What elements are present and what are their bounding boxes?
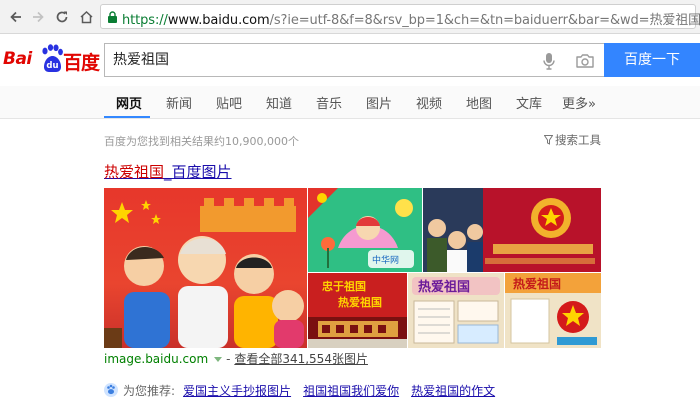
thumbnail-military-parade[interactable] [423, 188, 601, 272]
search-tools-button[interactable]: 搜索工具 [544, 132, 601, 148]
address-bar[interactable]: https://www.baidu.com/s?ie=utf-8&f=8&rsv… [100, 4, 700, 29]
image-result-grid: 中华网 忠于祖国 热爱祖国 热爱祖国 热爱祖国 [104, 188, 601, 348]
thumbnail-poster-b[interactable]: 热爱祖国 [505, 273, 601, 348]
tab-more[interactable]: 更多» [562, 93, 596, 112]
result-title-highlight: 热爱祖国 [104, 163, 165, 181]
tab-images[interactable]: 图片 [366, 93, 392, 112]
reload-icon[interactable] [52, 6, 72, 28]
thumbnail-poster-title: 热爱祖国 [418, 279, 470, 295]
lock-icon [108, 11, 117, 23]
tab-wenku[interactable]: 文库 [516, 93, 542, 112]
thumbnail-caption: 中华网 [372, 254, 399, 266]
tab-map[interactable]: 地图 [466, 93, 492, 112]
recommend-link-2[interactable]: 祖国祖国我们爱你 [303, 384, 399, 398]
url-scheme: https:// [122, 13, 168, 28]
thumbnail-poster-a[interactable]: 热爱祖国 [408, 273, 504, 348]
camera-icon[interactable] [575, 53, 595, 69]
forward-arrow-icon[interactable] [28, 6, 48, 28]
search-box[interactable] [104, 43, 604, 77]
tab-video[interactable]: 视频 [416, 93, 442, 112]
microphone-icon[interactable] [542, 52, 556, 70]
thumbnail-text-line2: 热爱祖国 [338, 295, 382, 309]
url-text: https://www.baidu.com/s?ie=utf-8&f=8&rsv… [122, 9, 700, 28]
paw-badge-icon [104, 383, 118, 397]
result-source-line: image.baidu.com - 查看全部341,554张图片 [104, 350, 368, 367]
back-arrow-icon[interactable] [6, 6, 26, 28]
tab-web[interactable]: 网页 [116, 93, 142, 112]
result-count: 百度为您找到相关结果约10,900,000个 [104, 135, 299, 148]
view-all-images-link[interactable]: 查看全部341,554张图片 [234, 352, 368, 366]
search-input[interactable] [113, 51, 513, 67]
paw-logo-icon: du [42, 44, 63, 72]
tab-news[interactable]: 新闻 [166, 93, 192, 112]
dropdown-arrow-icon[interactable] [214, 357, 223, 362]
recommend-label: 为您推荐: [123, 384, 176, 398]
funnel-icon [544, 135, 553, 145]
active-tab-indicator [104, 116, 150, 118]
logo-paw-text: du [46, 61, 58, 71]
url-host: www.baidu.com [167, 13, 270, 28]
tab-tieba[interactable]: 贴吧 [216, 93, 242, 112]
baidu-logo[interactable]: Bai du 百度 [3, 44, 100, 74]
result-site-url[interactable]: image.baidu.com [104, 352, 208, 366]
search-tools-label: 搜索工具 [555, 133, 601, 147]
tab-music[interactable]: 音乐 [316, 93, 342, 112]
browser-toolbar: https://www.baidu.com/s?ie=utf-8&f=8&rsv… [0, 0, 700, 34]
thumbnail-poster-title: 热爱祖国 [513, 276, 561, 291]
thumbnail-cartoon-children[interactable] [104, 188, 307, 348]
vertical-tabs: 网页 新闻 贴吧 知道 音乐 图片 视频 地图 文库 更多» [0, 86, 700, 119]
recommendations: 为您推荐: 爱国主义手抄报图片 祖国祖国我们爱你 热爱祖国的作文 [104, 382, 507, 399]
tab-zhidao[interactable]: 知道 [266, 93, 292, 112]
thumbnail-child-drawing[interactable]: 中华网 [308, 188, 422, 272]
result-title-link[interactable]: 热爱祖国_百度图片 [104, 161, 232, 182]
result-title-rest: _百度图片 [164, 163, 232, 181]
home-icon[interactable] [76, 6, 96, 28]
recommend-link-3[interactable]: 热爱祖国的作文 [411, 384, 495, 398]
url-path: /s?ie=utf-8&f=8&rsv_bp=1&ch=&tn=baiduerr… [269, 13, 700, 28]
recommend-link-1[interactable]: 爱国主义手抄报图片 [183, 384, 291, 398]
search-button[interactable]: 百度一下 [604, 43, 700, 77]
thumbnail-text-line1: 忠于祖国 [322, 279, 366, 293]
logo-latin-text: Bai [3, 49, 32, 69]
logo-chinese-text: 百度 [63, 52, 100, 74]
thumbnail-loyal-to-country[interactable]: 忠于祖国 热爱祖国 [308, 273, 407, 348]
